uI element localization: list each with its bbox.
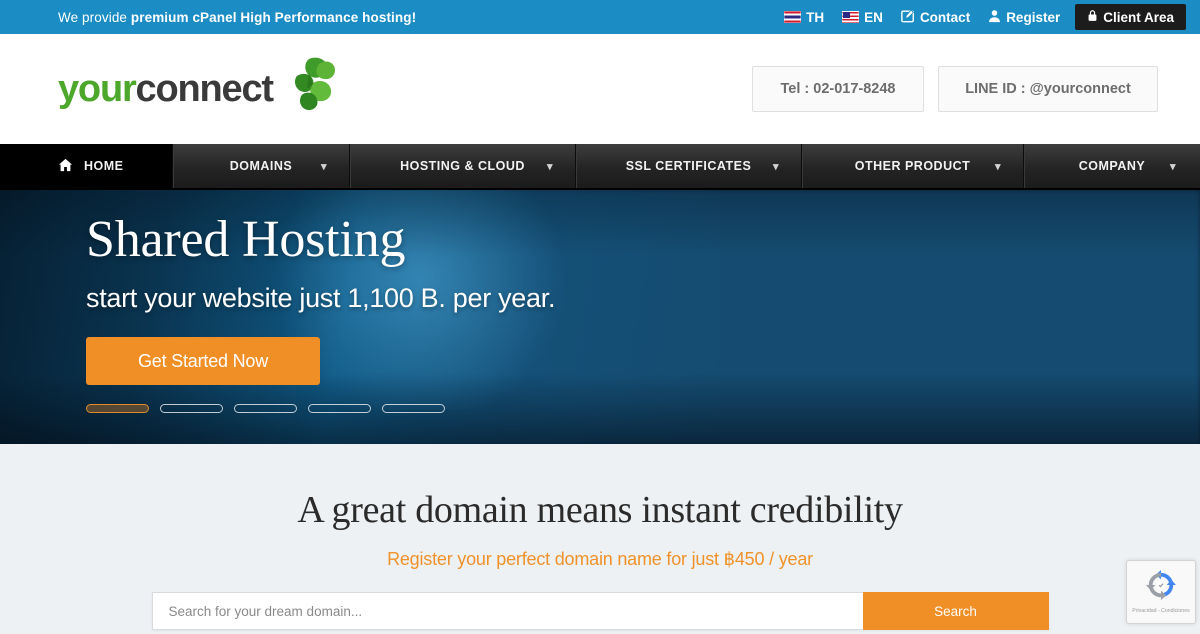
logo-text: yourconnect (58, 67, 274, 111)
chevron-down-icon: ▾ (320, 160, 327, 173)
telephone-button[interactable]: Tel : 02-017-8248 (752, 66, 924, 112)
slider-dot-4[interactable] (308, 404, 371, 413)
announcement-text: We provide premium cPanel High Performan… (58, 10, 416, 25)
nav-item-company[interactable]: COMPANY ▾ (1024, 144, 1200, 188)
domain-section-title: A great domain means instant credibility (297, 489, 903, 531)
line-id-button[interactable]: LINE ID : @yourconnect (938, 66, 1158, 112)
domain-search-input[interactable] (151, 592, 863, 630)
chevron-down-icon: ▾ (994, 160, 1001, 173)
nav-label-hosting-cloud: HOSTING & CLOUD (400, 159, 525, 173)
nav-label-company: COMPANY (1078, 159, 1146, 173)
top-bar-links: TH EN Contact Register Client Area (775, 0, 1200, 34)
main-navigation: HOME DOMAINS ▾ HOSTING & CLOUD ▾ SSL CER… (0, 144, 1200, 190)
site-header: yourconnect Tel : 02-017-8248 LINE ID : … (0, 34, 1200, 144)
nav-label-domains: DOMAINS (229, 159, 293, 173)
nav-item-domains[interactable]: DOMAINS ▾ (173, 144, 350, 188)
domain-section-subtitle: Register your perfect domain name for ju… (387, 549, 813, 569)
slider-pagination (86, 404, 555, 413)
nav-item-other-product[interactable]: OTHER PRODUCT ▾ (802, 144, 1024, 188)
get-started-button[interactable]: Get Started Now (86, 337, 320, 385)
top-announcement-bar: We provide premium cPanel High Performan… (0, 0, 1200, 34)
nav-label-other-product: OTHER PRODUCT (854, 159, 971, 173)
domain-search-section: A great domain means instant credibility… (0, 444, 1200, 634)
site-logo[interactable]: yourconnect (58, 57, 337, 117)
slider-dot-5[interactable] (382, 404, 445, 413)
user-icon (988, 9, 1001, 26)
nav-label-ssl-certificates: SSL CERTIFICATES (625, 159, 752, 173)
client-area-label: Client Area (1103, 9, 1174, 25)
register-link[interactable]: Register (979, 0, 1069, 34)
nav-item-ssl-certificates[interactable]: SSL CERTIFICATES ▾ (576, 144, 802, 188)
lock-icon (1087, 9, 1098, 25)
thai-flag-icon (784, 11, 802, 23)
recaptcha-icon (1146, 570, 1176, 605)
home-icon (58, 158, 73, 175)
chevron-down-icon: ▾ (1169, 160, 1176, 173)
language-th-label: TH (806, 9, 825, 25)
hero-subtitle: start your website just 1,100 B. per yea… (86, 283, 556, 313)
slider-dot-1[interactable] (86, 404, 149, 413)
nav-item-home[interactable]: HOME (0, 144, 173, 188)
logo-text-your: your (58, 67, 137, 110)
language-en-label: EN (864, 9, 883, 25)
hero-title: Shared Hosting (86, 211, 406, 268)
slider-dot-2[interactable] (160, 404, 223, 413)
nav-item-hosting-cloud[interactable]: HOSTING & CLOUD ▾ (350, 144, 576, 188)
domain-search-button[interactable]: Search (862, 592, 1049, 630)
hero-content: Shared Hosting start your website just 1… (86, 190, 555, 413)
contact-label: Contact (919, 9, 971, 25)
register-label: Register (1006, 9, 1061, 25)
contact-link[interactable]: Contact (892, 0, 979, 34)
hero-slider: Shared Hosting start your website just 1… (0, 190, 1200, 444)
domain-search-row: Search (151, 592, 1049, 630)
nav-label-home: HOME (84, 159, 124, 173)
announcement-bold: premium cPanel High Performance hosting! (130, 9, 417, 25)
recaptcha-label: Privacidad - Condiciones (1132, 608, 1190, 614)
pencil-square-icon (901, 8, 915, 26)
chevron-down-icon: ▾ (772, 160, 779, 173)
recaptcha-badge[interactable]: Privacidad - Condiciones (1126, 560, 1196, 624)
header-contact-buttons: Tel : 02-017-8248 LINE ID : @yourconnect (752, 66, 1158, 112)
language-switch-en[interactable]: EN (833, 0, 892, 34)
us-flag-icon (842, 11, 860, 23)
slider-dot-3[interactable] (234, 404, 297, 413)
chevron-down-icon: ▾ (546, 160, 553, 173)
logo-text-connect: connect (135, 67, 274, 110)
client-area-button[interactable]: Client Area (1075, 4, 1186, 30)
leaf-logo-icon (279, 56, 337, 117)
announcement-prefix: We provide (58, 9, 131, 25)
language-switch-th[interactable]: TH (775, 0, 833, 34)
